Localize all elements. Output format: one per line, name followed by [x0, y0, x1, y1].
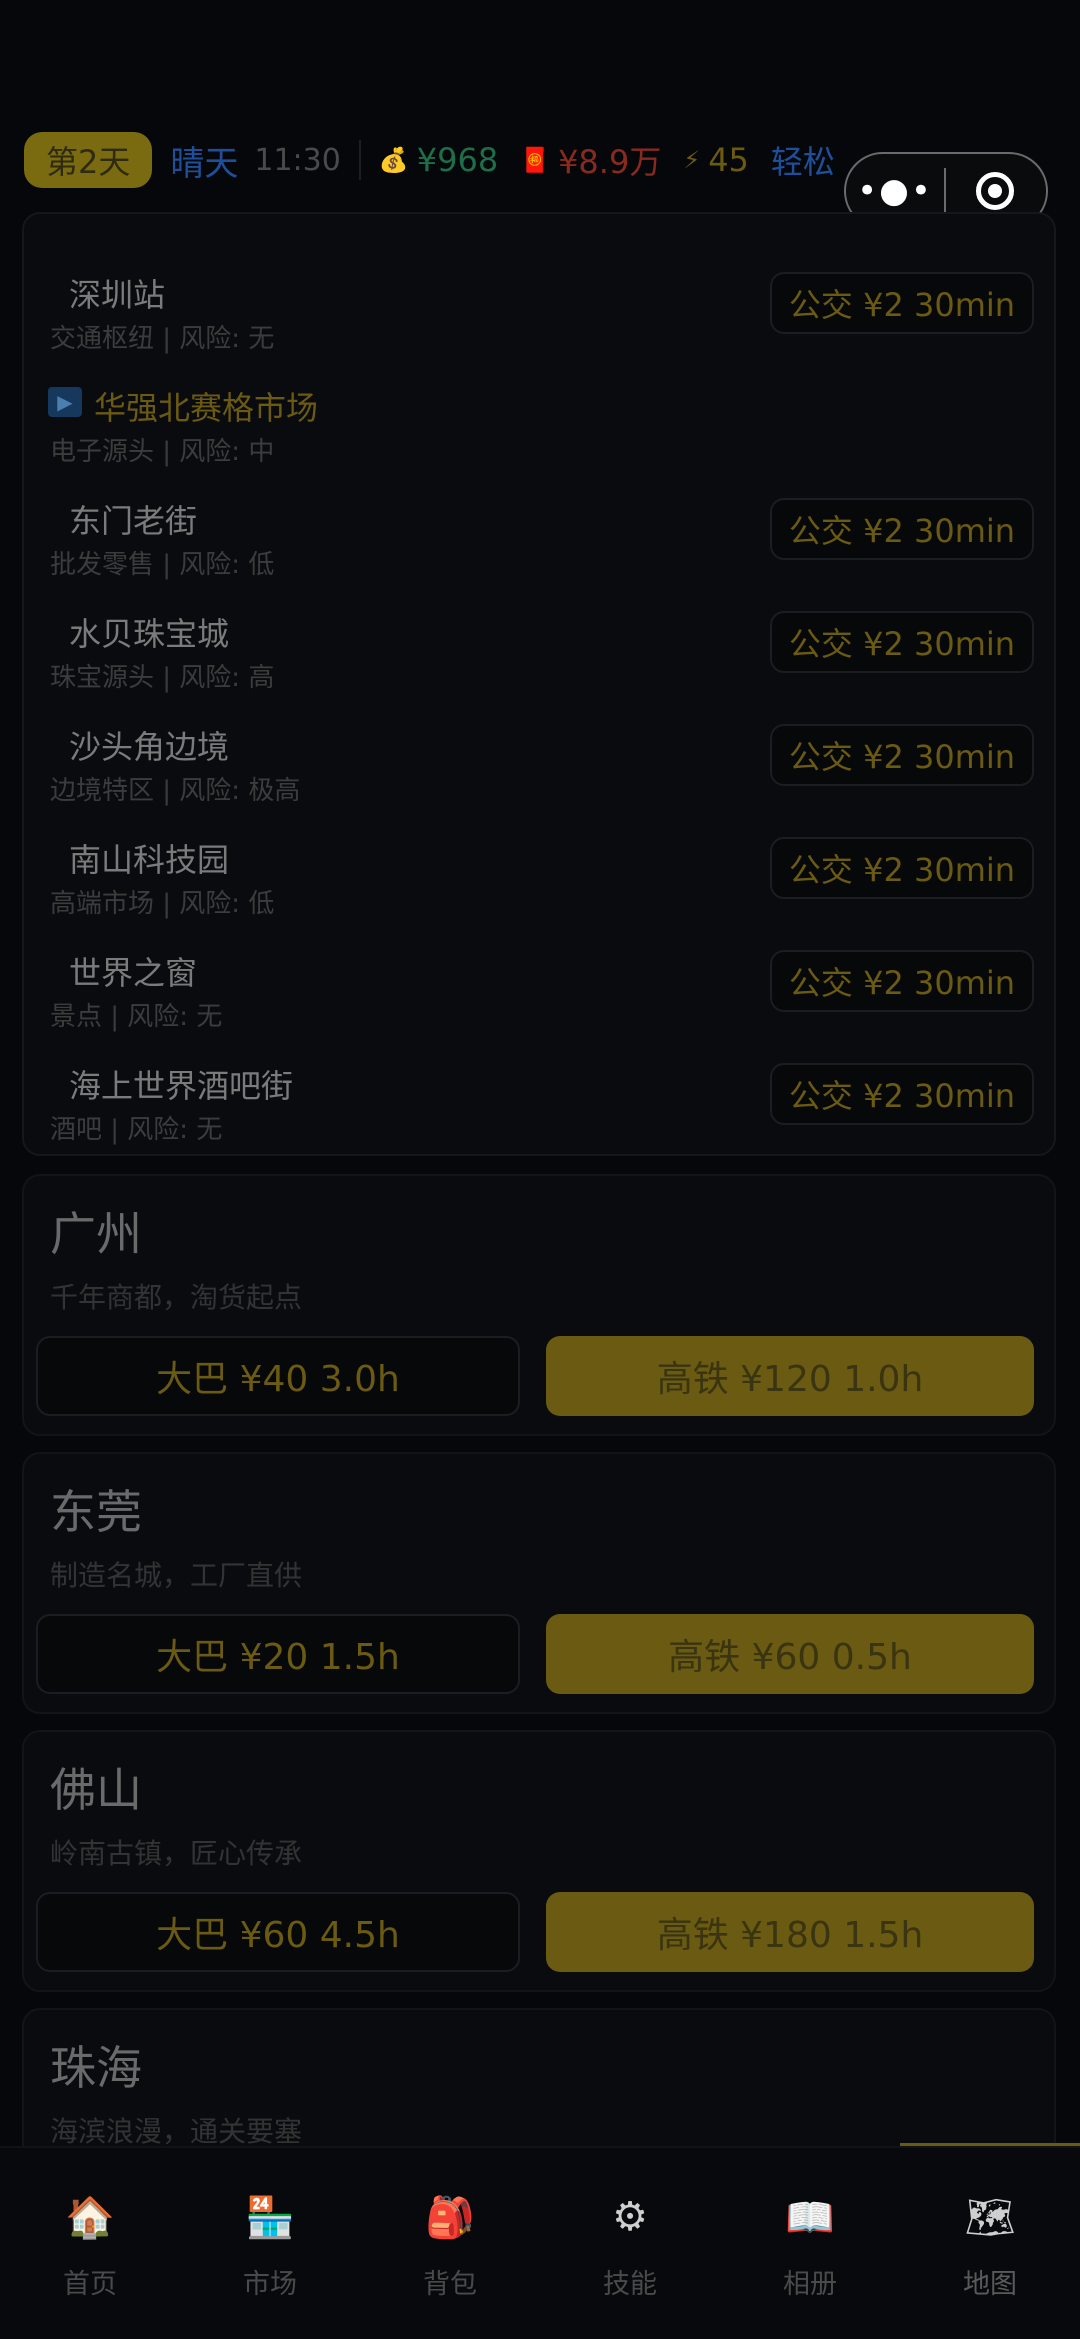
- city-card-foshan: 佛山 岭南古镇，匠心传承 大巴 ¥60 4.5h 高铁 ¥180 1.5h: [22, 1730, 1056, 1992]
- day-badge: 第2天: [24, 132, 153, 188]
- station-desc: 批发零售 | 风险: 低: [50, 550, 275, 580]
- city-name: 东莞: [50, 1485, 142, 1539]
- map-icon: 🗺: [964, 2194, 1016, 2241]
- bus-travel-button[interactable]: 大巴 ¥20 1.5h: [36, 1614, 520, 1694]
- station-desc: 边境特区 | 风险: 极高: [50, 776, 301, 806]
- city-name: 佛山: [50, 1763, 142, 1817]
- bus-travel-button[interactable]: 大巴 ¥40 3.0h: [36, 1336, 520, 1416]
- station-item: 水贝珠宝城 珠宝源头 | 风险: 高 公交 ¥2 30min: [24, 595, 1054, 705]
- highspeed-rail-button[interactable]: 高铁 ¥180 1.5h: [546, 1892, 1034, 1972]
- station-name: 南山科技园: [69, 841, 230, 879]
- bus-button[interactable]: 公交 ¥2 30min: [770, 1063, 1034, 1125]
- station-item: 世界之窗 景点 | 风险: 无 公交 ¥2 30min: [24, 934, 1054, 1044]
- money-bag-icon: 💰: [378, 146, 409, 174]
- more-icon[interactable]: •●•: [846, 171, 944, 211]
- debt-stat: 🧧 ¥8.9万: [520, 137, 661, 183]
- city-desc: 制造名城，工厂直供: [50, 1559, 303, 1592]
- station-name: 水贝珠宝城: [69, 615, 230, 653]
- tab-label: 地图: [963, 2269, 1017, 2300]
- house-icon: 🏠: [65, 2194, 115, 2241]
- play-icon: ▶: [48, 387, 82, 417]
- tab-label: 首页: [63, 2269, 117, 2300]
- divider: [358, 140, 361, 180]
- city-card-dongguan: 东莞 制造名城，工厂直供 大巴 ¥20 1.5h 高铁 ¥60 0.5h: [22, 1452, 1056, 1714]
- gear-skill-icon: ⚙: [612, 2194, 648, 2240]
- city-card-guangzhou: 广州 千年商都，淘货起点 大巴 ¥40 3.0h 高铁 ¥120 1.0h: [22, 1174, 1056, 1436]
- station-list-panel: 深圳站 交通枢纽 | 风险: 无 公交 ¥2 30min ▶ 华强北赛格市场 电…: [22, 212, 1056, 1156]
- city-desc: 岭南古镇，匠心传承: [50, 1837, 303, 1870]
- station-name: 世界之窗: [69, 954, 198, 992]
- backpack-icon: 🎒: [425, 2194, 475, 2241]
- bus-button[interactable]: 公交 ¥2 30min: [770, 498, 1034, 560]
- bus-button[interactable]: 公交 ¥2 30min: [770, 611, 1034, 673]
- red-envelope-icon: 🧧: [520, 146, 551, 174]
- station-desc: 高端市场 | 风险: 低: [50, 889, 275, 919]
- station-desc: 珠宝源头 | 风险: 高: [50, 663, 275, 693]
- bottom-tab-bar: 🏠 首页 🏪 市场 🎒 背包 ⚙ 技能 📖 相册 🗺 地图: [0, 2146, 1080, 2339]
- station-name: 华强北赛格市场: [94, 389, 319, 427]
- cash-stat: 💰 ¥968: [379, 141, 498, 179]
- station-desc: 电子源头 | 风险: 中: [50, 437, 275, 467]
- station-item: 东门老街 批发零售 | 风险: 低 公交 ¥2 30min: [24, 482, 1054, 592]
- station-desc: 酒吧 | 风险: 无: [50, 1115, 223, 1145]
- highspeed-rail-button[interactable]: 高铁 ¥120 1.0h: [546, 1336, 1034, 1416]
- station-desc: 交通枢纽 | 风险: 无: [50, 324, 275, 354]
- weather-text: 晴天: [170, 143, 239, 184]
- energy-value: 45: [708, 141, 749, 179]
- tab-home[interactable]: 🏠 首页: [0, 2148, 180, 2339]
- city-desc: 海滨浪漫，通关要塞: [50, 2115, 303, 2148]
- bus-travel-button[interactable]: 大巴 ¥60 4.5h: [36, 1892, 520, 1972]
- tab-label: 相册: [783, 2269, 837, 2300]
- photo-album-icon: 📖: [785, 2194, 835, 2241]
- station-name: 东门老街: [69, 502, 198, 540]
- station-name: 海上世界酒吧街: [69, 1067, 294, 1105]
- station-item-current: ▶ 华强北赛格市场 电子源头 | 风险: 中: [24, 369, 1054, 479]
- lightning-icon: ⚡: [683, 146, 701, 174]
- city-desc: 千年商都，淘货起点: [50, 1281, 303, 1314]
- close-target-icon[interactable]: [946, 172, 1044, 210]
- market-stall-icon: 🏪: [245, 2194, 295, 2241]
- bus-button[interactable]: 公交 ¥2 30min: [770, 950, 1034, 1012]
- tab-album[interactable]: 📖 相册: [720, 2148, 900, 2339]
- station-desc: 景点 | 风险: 无: [50, 1002, 223, 1032]
- station-item: 沙头角边境 边境特区 | 风险: 极高 公交 ¥2 30min: [24, 708, 1054, 818]
- tab-label: 背包: [423, 2269, 477, 2300]
- highspeed-rail-button[interactable]: 高铁 ¥60 0.5h: [546, 1614, 1034, 1694]
- station-item: 南山科技园 高端市场 | 风险: 低 公交 ¥2 30min: [24, 821, 1054, 931]
- bus-button[interactable]: 公交 ¥2 30min: [770, 724, 1034, 786]
- tab-label: 技能: [603, 2269, 657, 2300]
- cash-value: ¥968: [416, 141, 499, 179]
- city-name: 广州: [50, 1207, 142, 1261]
- tab-backpack[interactable]: 🎒 背包: [360, 2148, 540, 2339]
- debt-value: ¥8.9万: [558, 143, 662, 181]
- station-item: 深圳站 交通枢纽 | 风险: 无 公交 ¥2 30min: [24, 256, 1054, 366]
- mood-text: 轻松: [770, 143, 835, 181]
- city-name: 珠海: [50, 2041, 142, 2095]
- time-text: 11:30: [254, 142, 341, 178]
- bus-button[interactable]: 公交 ¥2 30min: [770, 837, 1034, 899]
- station-name: 深圳站: [69, 276, 166, 314]
- tab-skills[interactable]: ⚙ 技能: [540, 2148, 720, 2339]
- station-item: 海上世界酒吧街 酒吧 | 风险: 无 公交 ¥2 30min: [24, 1047, 1054, 1157]
- tab-market[interactable]: 🏪 市场: [180, 2148, 360, 2339]
- tab-label: 市场: [243, 2269, 297, 2300]
- energy-stat: ⚡ 45: [683, 141, 749, 179]
- tab-map[interactable]: 🗺 地图: [900, 2148, 1080, 2339]
- station-name: 沙头角边境: [69, 728, 230, 766]
- bus-button[interactable]: 公交 ¥2 30min: [770, 272, 1034, 334]
